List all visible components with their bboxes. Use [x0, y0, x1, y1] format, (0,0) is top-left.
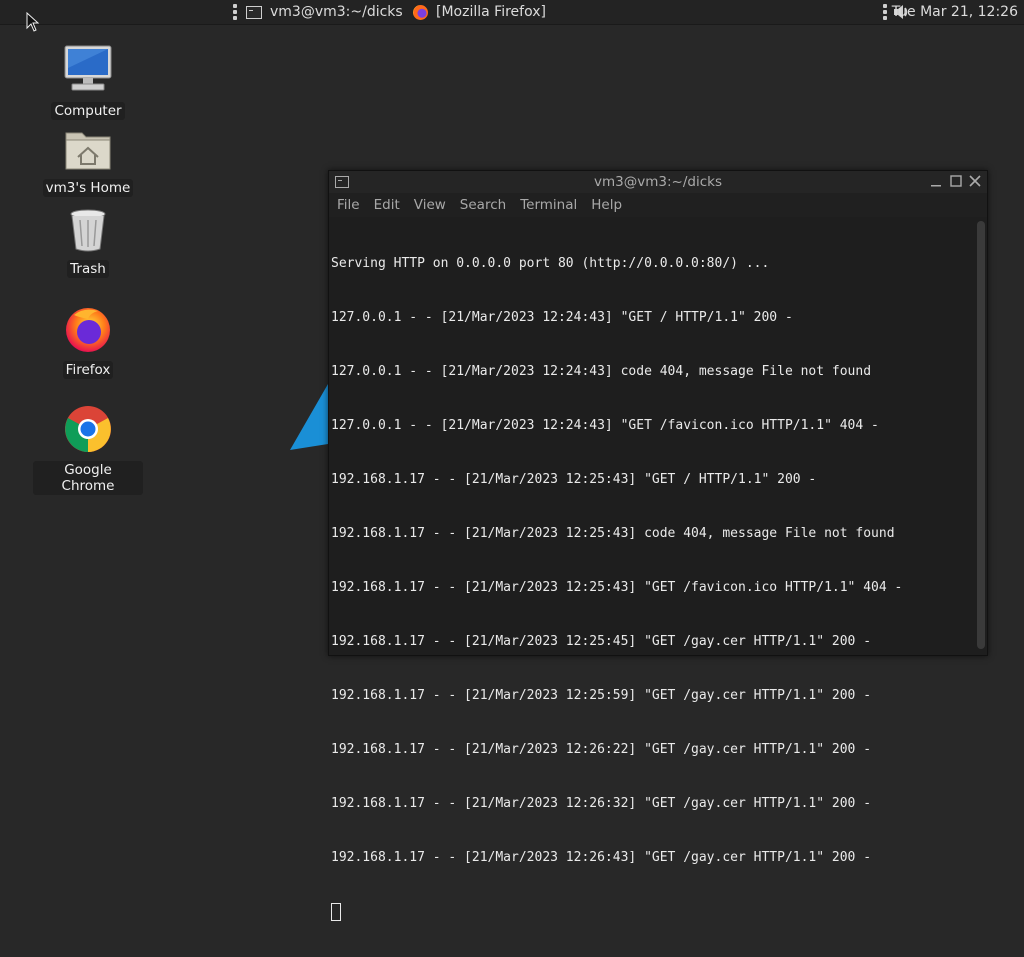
terminal-line: 127.0.0.1 - - [21/Mar/2023 12:24:43] "GE…: [331, 310, 793, 325]
terminal-window[interactable]: vm3@vm3:~/dicks File Edit View Search Te…: [328, 170, 988, 921]
terminal-line: 192.168.1.17 - - [21/Mar/2023 12:26:32] …: [331, 796, 872, 811]
terminal-line: 192.168.1.17 - - [21/Mar/2023 12:25:43] …: [331, 472, 817, 487]
close-icon[interactable]: [968, 174, 982, 188]
menu-edit[interactable]: Edit: [374, 197, 400, 213]
desktop-icon-label: vm3's Home: [42, 179, 134, 197]
panel-handle-icon[interactable]: [883, 4, 887, 20]
desktop-icon-label: Trash: [67, 260, 109, 278]
menu-help[interactable]: Help: [591, 197, 622, 213]
terminal-output[interactable]: Serving HTTP on 0.0.0.0 port 80 (http://…: [329, 217, 973, 921]
firefox-icon: [66, 308, 110, 352]
panel-handle-icon[interactable]: [233, 4, 237, 20]
menu-search[interactable]: Search: [460, 197, 506, 213]
terminal-line: 192.168.1.17 - - [21/Mar/2023 12:25:43] …: [331, 526, 895, 541]
desktop-icon-trash[interactable]: Trash: [33, 208, 143, 278]
terminal-icon: [246, 5, 262, 19]
taskbar-item-terminal[interactable]: vm3@vm3:~/dicks: [246, 0, 403, 24]
desktop-icon-home[interactable]: vm3's Home: [33, 127, 143, 197]
maximize-icon[interactable]: [949, 174, 963, 188]
terminal-scrollbar[interactable]: [977, 221, 985, 649]
clock[interactable]: Tue Mar 21, 12:26: [892, 0, 1018, 24]
desktop-icon-label: Google Chrome: [33, 461, 143, 495]
window-title: vm3@vm3:~/dicks: [594, 174, 722, 190]
terminal-line: 192.168.1.17 - - [21/Mar/2023 12:26:22] …: [331, 742, 872, 757]
minimize-icon[interactable]: [929, 174, 943, 188]
top-panel: vm3@vm3:~/dicks [Mozilla Firefox] Tue Ma…: [0, 0, 1024, 25]
taskbar-item-label: vm3@vm3:~/dicks: [270, 4, 403, 20]
terminal-line: 127.0.0.1 - - [21/Mar/2023 12:24:43] "GE…: [331, 418, 879, 433]
chrome-icon: [65, 406, 111, 452]
terminal-line: 192.168.1.17 - - [21/Mar/2023 12:25:43] …: [331, 580, 903, 595]
window-titlebar[interactable]: vm3@vm3:~/dicks: [329, 171, 987, 193]
firefox-icon: [413, 4, 428, 20]
mouse-cursor-icon: [26, 12, 40, 32]
desktop-icon-label: Computer: [51, 102, 125, 120]
desktop-icon-computer[interactable]: Computer: [33, 44, 143, 120]
terminal-line: 192.168.1.17 - - [21/Mar/2023 12:26:43] …: [331, 850, 872, 865]
desktop-icon-firefox[interactable]: Firefox: [33, 305, 143, 379]
taskbar-item-label: [Mozilla Firefox]: [436, 4, 546, 20]
text-cursor: [331, 903, 341, 921]
menu-terminal[interactable]: Terminal: [520, 197, 577, 213]
menu-view[interactable]: View: [414, 197, 446, 213]
terminal-line: 192.168.1.17 - - [21/Mar/2023 12:25:45] …: [331, 634, 872, 649]
computer-icon: [64, 45, 112, 91]
terminal-menubar: File Edit View Search Terminal Help: [329, 193, 987, 217]
desktop-icon-chrome[interactable]: Google Chrome: [33, 405, 143, 495]
home-folder-icon: [65, 132, 111, 170]
desktop-icon-label: Firefox: [62, 361, 114, 379]
terminal-line: 192.168.1.17 - - [21/Mar/2023 12:25:59] …: [331, 688, 872, 703]
background-window-fragment: [290, 384, 328, 450]
terminal-line: 127.0.0.1 - - [21/Mar/2023 12:24:43] cod…: [331, 364, 872, 379]
terminal-line: Serving HTTP on 0.0.0.0 port 80 (http://…: [331, 256, 770, 271]
menu-file[interactable]: File: [337, 197, 360, 213]
trash-icon: [70, 209, 106, 252]
taskbar-item-firefox[interactable]: [Mozilla Firefox]: [413, 0, 546, 24]
